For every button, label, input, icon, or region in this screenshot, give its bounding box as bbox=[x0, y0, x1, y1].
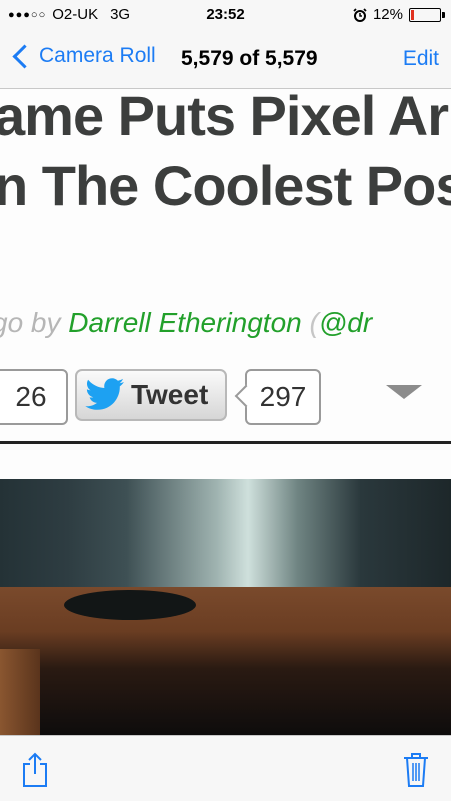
headline-line-1: ame Puts Pixel Ar bbox=[0, 89, 449, 147]
dark-bowl bbox=[64, 590, 196, 620]
byline-handle: @dr bbox=[318, 307, 373, 338]
back-button-label: Camera Roll bbox=[39, 44, 156, 67]
byline: go by Darrell Etherington (@dr bbox=[0, 307, 372, 339]
twitter-bird-icon bbox=[85, 378, 124, 410]
navigation-bar: Camera Roll 5,579 of 5,579 Edit bbox=[0, 30, 451, 89]
byline-paren: ( bbox=[301, 307, 319, 338]
status-right: 12% bbox=[353, 6, 445, 23]
byline-author: Darrell Etherington bbox=[68, 307, 302, 338]
share-count-badge: 26 bbox=[0, 369, 68, 425]
back-chevron-icon bbox=[12, 43, 37, 69]
battery-icon bbox=[409, 7, 445, 22]
back-button[interactable]: Camera Roll bbox=[10, 43, 156, 69]
share-icon[interactable] bbox=[21, 752, 49, 788]
edit-button[interactable]: Edit bbox=[403, 47, 439, 71]
embedded-photo bbox=[0, 479, 451, 735]
article-divider bbox=[0, 441, 451, 444]
alarm-icon bbox=[353, 7, 367, 22]
headline-line-2: n The Coolest Pos bbox=[0, 154, 451, 217]
dropdown-triangle-icon bbox=[386, 385, 422, 399]
shelf-edge bbox=[0, 649, 40, 735]
photo-content[interactable]: ame Puts Pixel Ar n The Coolest Pos go b… bbox=[0, 89, 451, 735]
tweet-button: Tweet bbox=[75, 369, 227, 421]
status-bar: ●●●○○ O2-UK 3G 23:52 12% bbox=[0, 0, 451, 30]
battery-percent: 12% bbox=[372, 6, 403, 23]
tweet-count-badge: 297 bbox=[245, 369, 321, 425]
bottom-toolbar bbox=[0, 735, 451, 801]
trash-icon[interactable] bbox=[402, 750, 430, 788]
byline-prefix: go by bbox=[0, 307, 61, 338]
tweet-label: Tweet bbox=[131, 379, 209, 410]
photo-counter-title: 5,579 of 5,579 bbox=[181, 47, 318, 70]
